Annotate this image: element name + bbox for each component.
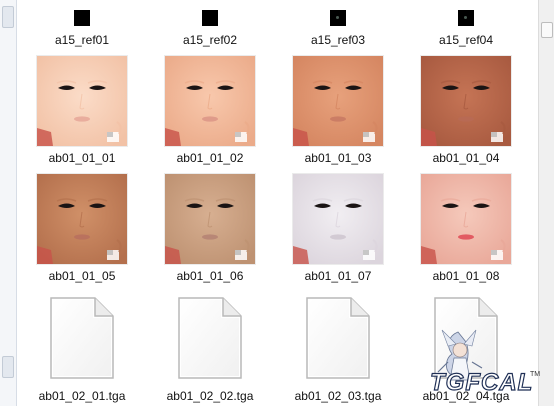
face-texture-thumbnail [37, 174, 127, 264]
file-name: ab01_02_03.tga [294, 389, 382, 403]
file-item[interactable]: ab01_01_02 [150, 54, 270, 170]
face-texture-thumbnail [293, 174, 383, 264]
file-item[interactable]: ab01_01_01 [22, 54, 142, 170]
file-item[interactable]: ab01_01_06 [150, 172, 270, 288]
file-item[interactable]: a15_ref01 [22, 0, 142, 50]
watermark-logo: TGFCAL TM [429, 329, 540, 397]
face-texture-thumbnail [293, 56, 383, 146]
face-texture-thumbnail [421, 56, 511, 146]
document-icon [50, 297, 114, 379]
file-name: a15_ref02 [182, 33, 238, 47]
file-name: ab01_01_07 [304, 269, 372, 283]
file-item[interactable]: ab01_01_03 [278, 54, 398, 170]
file-item[interactable]: a15_ref03 [278, 0, 398, 50]
file-name: ab01_01_08 [432, 269, 500, 283]
file-name: ab01_01_05 [48, 269, 116, 283]
file-name: ab01_01_02 [176, 151, 244, 165]
face-texture-thumbnail [37, 56, 127, 146]
file-thumbnail [202, 10, 218, 26]
file-name: ab01_01_01 [48, 151, 116, 165]
file-name: ab01_01_03 [304, 151, 372, 165]
face-texture-thumbnail [165, 174, 255, 264]
nav-pane-item[interactable] [2, 6, 14, 28]
file-item[interactable]: ab01_01_08 [406, 172, 526, 288]
face-texture-thumbnail [165, 56, 255, 146]
file-item[interactable]: a15_ref04 [406, 0, 526, 50]
file-name: a15_ref03 [310, 33, 366, 47]
file-name: ab01_02_02.tga [166, 389, 254, 403]
file-item[interactable]: ab01_02_01.tga [22, 292, 142, 404]
file-thumbnail [458, 10, 474, 26]
scrollbar-thumb[interactable] [541, 22, 553, 38]
file-name: ab01_01_04 [432, 151, 500, 165]
document-icon [306, 297, 370, 379]
file-item[interactable]: a15_ref02 [150, 0, 270, 50]
file-item[interactable]: ab01_02_02.tga [150, 292, 270, 404]
file-item[interactable]: ab01_01_04 [406, 54, 526, 170]
file-name: a15_ref01 [54, 33, 110, 47]
file-name: ab01_02_01.tga [38, 389, 126, 403]
navigation-pane-edge [0, 0, 17, 406]
nav-pane-item[interactable] [2, 356, 14, 378]
file-item[interactable]: ab01_01_07 [278, 172, 398, 288]
file-name: a15_ref04 [438, 33, 494, 47]
file-name: ab01_01_06 [176, 269, 244, 283]
file-thumbnail [330, 10, 346, 26]
file-item[interactable]: ab01_02_03.tga [278, 292, 398, 404]
file-thumbnail [74, 10, 90, 26]
watermark-text: TGFCAL [430, 369, 533, 396]
document-icon [178, 297, 242, 379]
trademark-mark: TM [530, 371, 540, 378]
file-item[interactable]: ab01_01_05 [22, 172, 142, 288]
face-texture-thumbnail [421, 174, 511, 264]
